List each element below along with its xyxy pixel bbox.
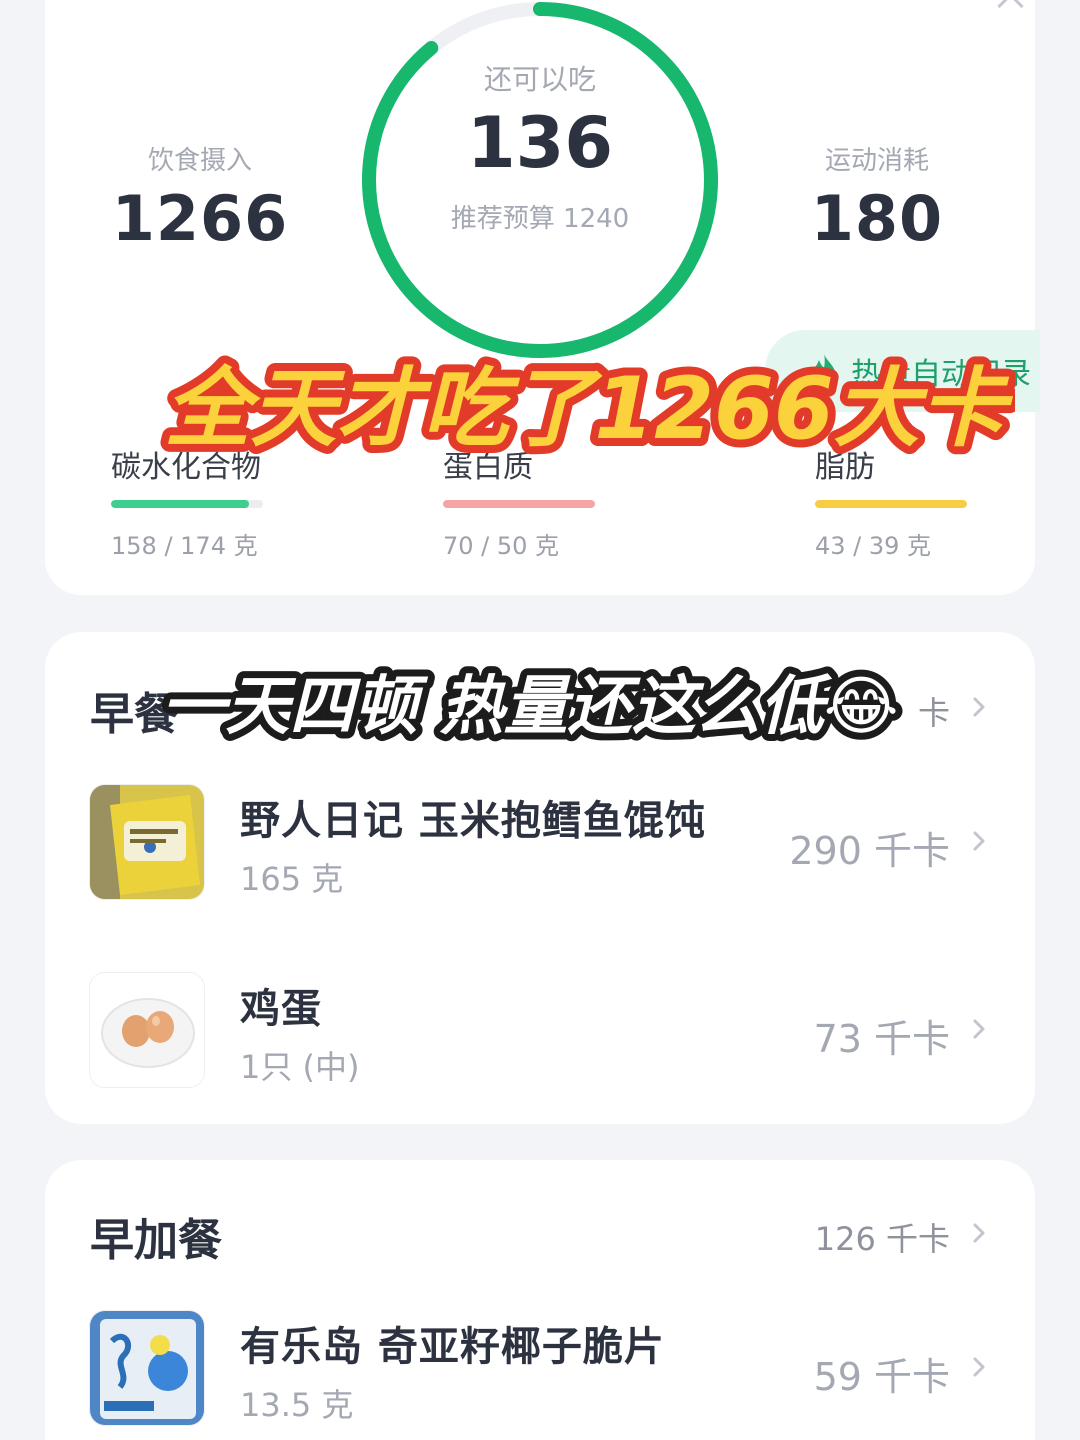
meal-kcal: 126 千卡 bbox=[814, 1220, 950, 1258]
remaining-calories-ring[interactable]: 还可以吃 136 推荐预算 1240 bbox=[360, 0, 720, 360]
food-item-row[interactable]: 鸡蛋 1只 (中) 73 千卡 bbox=[45, 972, 1035, 1092]
food-amount: 1只 (中) bbox=[240, 1048, 360, 1086]
food-kcal: 73 千卡 bbox=[813, 1017, 950, 1061]
chevron-right-icon[interactable] bbox=[968, 1222, 990, 1244]
chevron-right-icon[interactable] bbox=[968, 696, 990, 718]
macro-progress-bar bbox=[815, 500, 967, 508]
food-amount: 13.5 克 bbox=[240, 1386, 354, 1424]
remaining-label: 还可以吃 bbox=[483, 63, 596, 96]
caption-overlay-text: 一天四顿 热量还这么低😂 bbox=[161, 670, 898, 744]
macro-progress-fill bbox=[815, 500, 967, 508]
macro-progress-fill bbox=[443, 500, 595, 508]
food-amount: 165 克 bbox=[240, 860, 344, 898]
macro-progress-fill bbox=[111, 500, 250, 508]
exercise-value: 180 bbox=[810, 182, 944, 255]
chevron-right-icon bbox=[973, 831, 985, 851]
food-name: 野人日记 玉米抱鳕鱼馄饨 bbox=[240, 798, 706, 844]
food-name: 鸡蛋 bbox=[240, 986, 322, 1032]
exercise-label: 运动消耗 bbox=[824, 146, 929, 176]
egg-icon bbox=[89, 972, 205, 1088]
food-name: 有乐岛 奇亚籽椰子脆片 bbox=[240, 1324, 665, 1370]
chevron-right-icon bbox=[973, 1357, 985, 1377]
macro-progress-bar bbox=[443, 500, 595, 508]
intake-label: 饮食摄入 bbox=[147, 146, 252, 176]
headline-overlay-text: 全天才吃了1266大卡 bbox=[164, 359, 1013, 459]
nutrition-summary-card: 饮食摄入 1266 还可以吃 136 推荐预算 1240 运动消耗 180 热量… bbox=[45, 0, 1040, 595]
chevron-right-icon bbox=[973, 1019, 985, 1039]
food-item-row[interactable]: 野人日记 玉米抱鳕鱼馄饨 165 克 290 千卡 bbox=[45, 784, 1035, 904]
meal-title: 早加餐 bbox=[90, 1215, 222, 1266]
morning-snack-meal-card[interactable]: 早加餐 126 千卡 有乐岛 奇亚籽椰子脆片 13.5 克 59 千卡 bbox=[45, 1160, 1035, 1440]
yellow-package-icon bbox=[89, 784, 205, 900]
food-kcal: 290 千卡 bbox=[789, 829, 950, 873]
caption-overlay: 一天四顿 热量还这么低😂 一天四顿 热量还这么低😂 bbox=[154, 663, 905, 751]
close-icon[interactable] bbox=[993, 0, 1029, 8]
macro-progress-bar bbox=[111, 500, 263, 508]
blue-package-icon bbox=[89, 1310, 205, 1426]
food-item-row[interactable]: 有乐岛 奇亚籽椰子脆片 13.5 克 59 千卡 bbox=[45, 1310, 1035, 1430]
remaining-value: 136 bbox=[466, 102, 614, 184]
macro-amount: 70 / 50 克 bbox=[443, 532, 560, 560]
macro-amount: 43 / 39 克 bbox=[815, 532, 932, 560]
intake-value: 1266 bbox=[111, 182, 289, 255]
budget-text: 推荐预算 1240 bbox=[450, 204, 630, 234]
macro-amount: 158 / 174 克 bbox=[111, 532, 258, 560]
headline-overlay: 全天才吃了1266大卡 全天才吃了1266大卡 bbox=[156, 352, 1015, 462]
meal-kcal: 卡 bbox=[917, 694, 950, 732]
food-kcal: 59 千卡 bbox=[813, 1355, 950, 1399]
